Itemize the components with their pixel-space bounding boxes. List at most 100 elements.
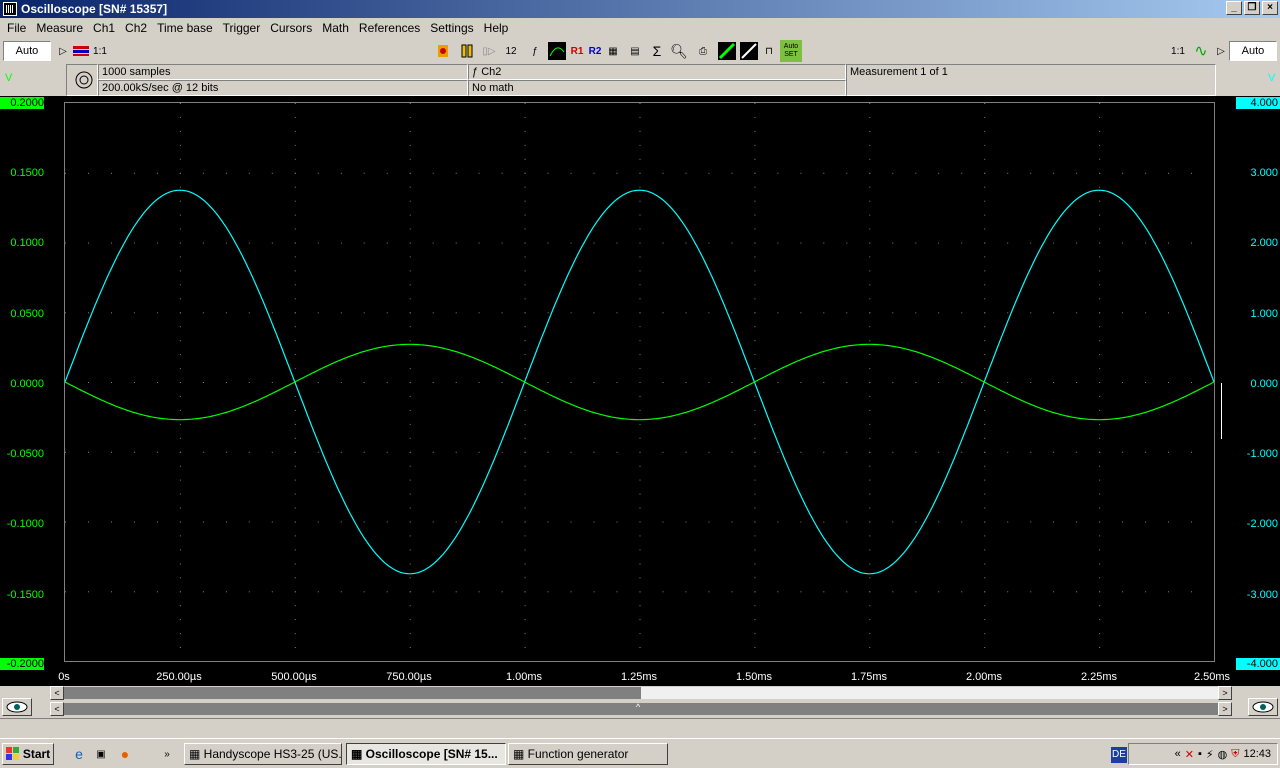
- menu-ch2[interactable]: Ch2: [120, 21, 152, 35]
- maximize-button[interactable]: ❐: [1244, 1, 1260, 15]
- sum-icon[interactable]: Σ: [646, 40, 668, 62]
- display-alt-icon[interactable]: [738, 40, 760, 62]
- waveform-icon[interactable]: ∿: [1190, 40, 1212, 62]
- app-quicklaunch-icon[interactable]: ▣: [90, 743, 112, 765]
- grid-dot: [524, 130, 526, 132]
- menu-help[interactable]: Help: [479, 21, 514, 35]
- grid-dot: [984, 354, 986, 356]
- grid-dot: [984, 256, 986, 258]
- minimize-button[interactable]: _: [1226, 1, 1242, 15]
- color-lines-icon[interactable]: [70, 40, 92, 62]
- task-handyscope[interactable]: ▦ Handyscope HS3-25 (US...: [184, 743, 342, 765]
- channels-icon[interactable]: ▦: [602, 40, 624, 62]
- record-icon[interactable]: [432, 40, 454, 62]
- network-icon[interactable]: ✕: [1185, 748, 1194, 761]
- grid-dot: [88, 521, 89, 523]
- grid-dot: [1145, 312, 1147, 314]
- grid-dot: [685, 242, 687, 244]
- usb-icon[interactable]: ⚡︎: [1206, 748, 1214, 761]
- grid-dot: [915, 451, 917, 453]
- grid-dot: [111, 521, 112, 523]
- pulse-icon[interactable]: ⊓: [758, 40, 780, 62]
- position-track[interactable]: [64, 703, 1218, 715]
- start-button[interactable]: Start: [2, 743, 54, 765]
- scroll-left-button[interactable]: <: [50, 686, 64, 700]
- task-oscilloscope[interactable]: ▦ Oscilloscope [SN# 15...: [346, 743, 506, 765]
- grid-dot: [1007, 451, 1009, 453]
- grid-dot: [179, 549, 181, 551]
- grid-dot: [1099, 354, 1101, 356]
- grid-dot: [616, 451, 618, 453]
- grid-dot: [501, 451, 503, 453]
- ch2-eye-icon[interactable]: [1248, 698, 1278, 716]
- display-icon[interactable]: [716, 40, 738, 62]
- grid-dot: [524, 633, 526, 635]
- trigger-edge-icon[interactable]: ƒ: [524, 40, 546, 62]
- single-shot-icon[interactable]: ▯▷: [478, 40, 500, 62]
- grid-dot: [271, 591, 273, 593]
- grid-dot: [593, 312, 595, 314]
- grid-dot: [869, 619, 871, 621]
- task-function-generator[interactable]: ▦ Function generator: [508, 743, 668, 765]
- grid-dot: [65, 172, 66, 174]
- menu-settings[interactable]: Settings: [425, 21, 478, 35]
- grid-dot: [984, 130, 986, 132]
- menu-file[interactable]: File: [2, 21, 31, 35]
- close-button[interactable]: ×: [1262, 1, 1278, 15]
- time-scrollbar[interactable]: < >: [0, 686, 1280, 700]
- ch1-eye-icon[interactable]: [2, 698, 32, 716]
- menu-trigger[interactable]: Trigger: [218, 21, 266, 35]
- menu-references[interactable]: References: [354, 21, 425, 35]
- oscilloscope-plot[interactable]: [64, 102, 1215, 662]
- scroll-thumb[interactable]: [64, 687, 641, 699]
- ch2-range-auto-select[interactable]: Auto: [1229, 41, 1277, 61]
- print-icon[interactable]: ⎙: [692, 40, 714, 62]
- position-scrollbar[interactable]: < ^ >: [0, 702, 1280, 716]
- menu-time-base[interactable]: Time base: [152, 21, 218, 35]
- firefox-icon[interactable]: ●: [114, 743, 136, 765]
- grid-dot: [915, 382, 917, 383]
- shield-icon[interactable]: ⛨: [1231, 748, 1239, 761]
- grid-dot: [1099, 326, 1101, 328]
- grid-dot: [179, 186, 181, 188]
- grid-dot: [156, 312, 158, 314]
- export-icon[interactable]: ▤: [624, 40, 646, 62]
- network-2-icon[interactable]: ▪: [1198, 748, 1202, 760]
- grid-dot: [294, 451, 296, 453]
- pause-icon[interactable]: [456, 40, 478, 62]
- quicklaunch-more-icon[interactable]: »: [156, 743, 178, 765]
- autoset-button[interactable]: Auto SET: [780, 40, 802, 62]
- grid-dot: [133, 451, 135, 453]
- ch1-range-auto-select[interactable]: Auto: [3, 41, 51, 61]
- menu-math[interactable]: Math: [317, 21, 354, 35]
- wireless-icon[interactable]: ◍: [1218, 748, 1228, 761]
- grid-dot: [800, 172, 802, 174]
- trigger-marker[interactable]: [1219, 383, 1222, 439]
- internet-explorer-icon[interactable]: e: [68, 743, 90, 765]
- grid-dot: [593, 591, 595, 593]
- menu-ch1[interactable]: Ch1: [88, 21, 120, 35]
- ratio-left-button[interactable]: 1:1: [90, 40, 110, 62]
- grid-dot: [984, 298, 986, 300]
- ratio-right-button[interactable]: 1:1: [1168, 40, 1188, 62]
- language-indicator[interactable]: DE: [1111, 747, 1127, 763]
- xy-plot-icon[interactable]: [546, 40, 568, 62]
- position-right-button[interactable]: >: [1218, 702, 1232, 716]
- button-12[interactable]: 12: [500, 40, 522, 62]
- menu-measure[interactable]: Measure: [31, 21, 88, 35]
- position-left-button[interactable]: <: [50, 702, 64, 716]
- grid-dot: [294, 507, 296, 509]
- target-icon[interactable]: [66, 64, 98, 96]
- grid-dot: [179, 130, 181, 132]
- grid-dot: [409, 423, 411, 425]
- tray-expand-icon[interactable]: «: [1175, 748, 1181, 760]
- grid-dot: [386, 242, 388, 244]
- zoom-icon[interactable]: 🔍︎: [668, 40, 690, 62]
- menu-cursors[interactable]: Cursors: [265, 21, 317, 35]
- grid-dot: [961, 382, 963, 383]
- scroll-track[interactable]: [641, 687, 1218, 699]
- grid-dot: [754, 130, 756, 132]
- grid-dot: [179, 368, 181, 370]
- scroll-right-button[interactable]: >: [1218, 686, 1232, 700]
- trigger-info: ƒ Ch2: [468, 64, 846, 80]
